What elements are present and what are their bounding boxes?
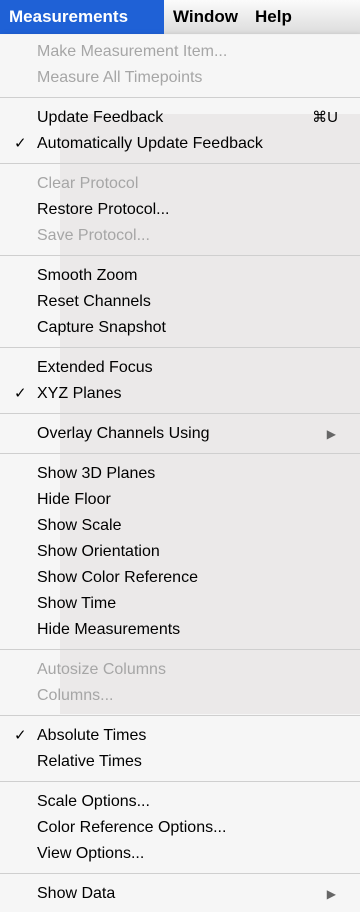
menu-item-label: Autosize Columns — [37, 661, 166, 678]
menu-separator — [0, 347, 360, 348]
menu-item-save-protocol: Save Protocol... — [0, 223, 360, 249]
menu-separator — [0, 413, 360, 414]
menu-item-automatically-update-feedback[interactable]: ✓ Automatically Update Feedback — [0, 131, 360, 157]
menu-item-show-3d-planes[interactable]: Show 3D Planes — [0, 461, 360, 487]
menu-item-label: Hide Floor — [37, 491, 111, 508]
menu-item-hide-measurements[interactable]: Hide Measurements — [0, 617, 360, 643]
menu-item-label: Show 3D Planes — [37, 465, 156, 482]
menu-item-hide-floor[interactable]: Hide Floor — [0, 487, 360, 513]
menu-item-label: Restore Protocol... — [37, 201, 170, 218]
menu-item-autosize-columns: Autosize Columns — [0, 657, 360, 683]
menu-item-show-orientation[interactable]: Show Orientation — [0, 539, 360, 565]
menu-item-measure-all-timepoints: Measure All Timepoints — [0, 65, 360, 91]
menu-item-label: Automatically Update Feedback — [37, 135, 263, 152]
menu-item-overlay-channels-using[interactable]: Overlay Channels Using ▶ — [0, 421, 360, 447]
menubar-window[interactable]: Window — [164, 0, 254, 34]
menu-item-make-measurement-item: Make Measurement Item... — [0, 39, 360, 65]
measurements-dropdown-menu: Make Measurement Item... Measure All Time… — [0, 34, 360, 912]
menu-item-label: XYZ Planes — [37, 385, 122, 402]
menu-item-clear-protocol: Clear Protocol — [0, 171, 360, 197]
menu-item-label: Reset Channels — [37, 293, 151, 310]
checkmark-icon: ✓ — [14, 385, 27, 402]
menu-item-label: Clear Protocol — [37, 175, 139, 192]
menu-item-label: Show Color Reference — [37, 569, 198, 586]
menu-item-label: Show Orientation — [37, 543, 160, 560]
menu-item-label: Columns... — [37, 687, 114, 704]
checkmark-icon: ✓ — [14, 135, 27, 152]
menu-item-label: Overlay Channels Using — [37, 425, 210, 442]
menu-separator — [0, 781, 360, 782]
menu-item-label: Measure All Timepoints — [37, 69, 203, 86]
menu-item-label: Extended Focus — [37, 359, 153, 376]
menu-item-label: Save Protocol... — [37, 227, 150, 244]
menu-separator — [0, 453, 360, 454]
menu-separator — [0, 873, 360, 874]
menu-separator — [0, 255, 360, 256]
menu-item-label: Scale Options... — [37, 793, 150, 810]
checkmark-icon: ✓ — [14, 727, 27, 744]
menu-item-show-time[interactable]: Show Time — [0, 591, 360, 617]
menu-item-absolute-times[interactable]: ✓ Absolute Times — [0, 723, 360, 749]
menu-item-label: Update Feedback — [37, 109, 164, 126]
menu-item-label: Show Time — [37, 595, 117, 612]
menu-item-scale-options[interactable]: Scale Options... — [0, 789, 360, 815]
menubar-measurements[interactable]: Measurements — [0, 0, 164, 34]
menu-item-label: Hide Measurements — [37, 621, 181, 638]
menu-item-label: Relative Times — [37, 753, 142, 770]
menu-separator — [0, 649, 360, 650]
menu-item-reset-channels[interactable]: Reset Channels — [0, 289, 360, 315]
menu-separator — [0, 715, 360, 716]
menu-item-label: Capture Snapshot — [37, 319, 166, 336]
menu-item-label: Show Scale — [37, 517, 122, 534]
menu-item-view-options[interactable]: View Options... — [0, 841, 360, 867]
menu-item-show-color-reference[interactable]: Show Color Reference — [0, 565, 360, 591]
menu-item-xyz-planes[interactable]: ✓ XYZ Planes — [0, 381, 360, 407]
menu-item-label: View Options... — [37, 845, 145, 862]
menu-item-label: Show Data — [37, 885, 116, 902]
submenu-arrow-icon: ▶ — [326, 427, 336, 441]
menubar-help[interactable]: Help — [246, 0, 316, 34]
menu-item-show-data[interactable]: Show Data ▶ — [0, 881, 360, 907]
menu-item-color-reference-options[interactable]: Color Reference Options... — [0, 815, 360, 841]
menu-bar: Measurements Window Help — [0, 0, 360, 35]
menu-item-extended-focus[interactable]: Extended Focus — [0, 355, 360, 381]
menu-item-capture-snapshot[interactable]: Capture Snapshot — [0, 315, 360, 341]
menu-item-label: Absolute Times — [37, 727, 147, 744]
menu-item-label: Smooth Zoom — [37, 267, 138, 284]
menu-item-update-feedback[interactable]: Update Feedback ⌘U — [0, 105, 360, 131]
menu-item-label: Make Measurement Item... — [37, 43, 228, 60]
menu-separator — [0, 97, 360, 98]
keyboard-shortcut: ⌘U — [312, 109, 338, 126]
menu-item-restore-protocol[interactable]: Restore Protocol... — [0, 197, 360, 223]
menu-item-relative-times[interactable]: Relative Times — [0, 749, 360, 775]
submenu-arrow-icon: ▶ — [326, 887, 336, 901]
menu-item-show-scale[interactable]: Show Scale — [0, 513, 360, 539]
menu-item-columns: Columns... — [0, 683, 360, 709]
menu-separator — [0, 163, 360, 164]
menu-item-label: Color Reference Options... — [37, 819, 227, 836]
menu-item-smooth-zoom[interactable]: Smooth Zoom — [0, 263, 360, 289]
